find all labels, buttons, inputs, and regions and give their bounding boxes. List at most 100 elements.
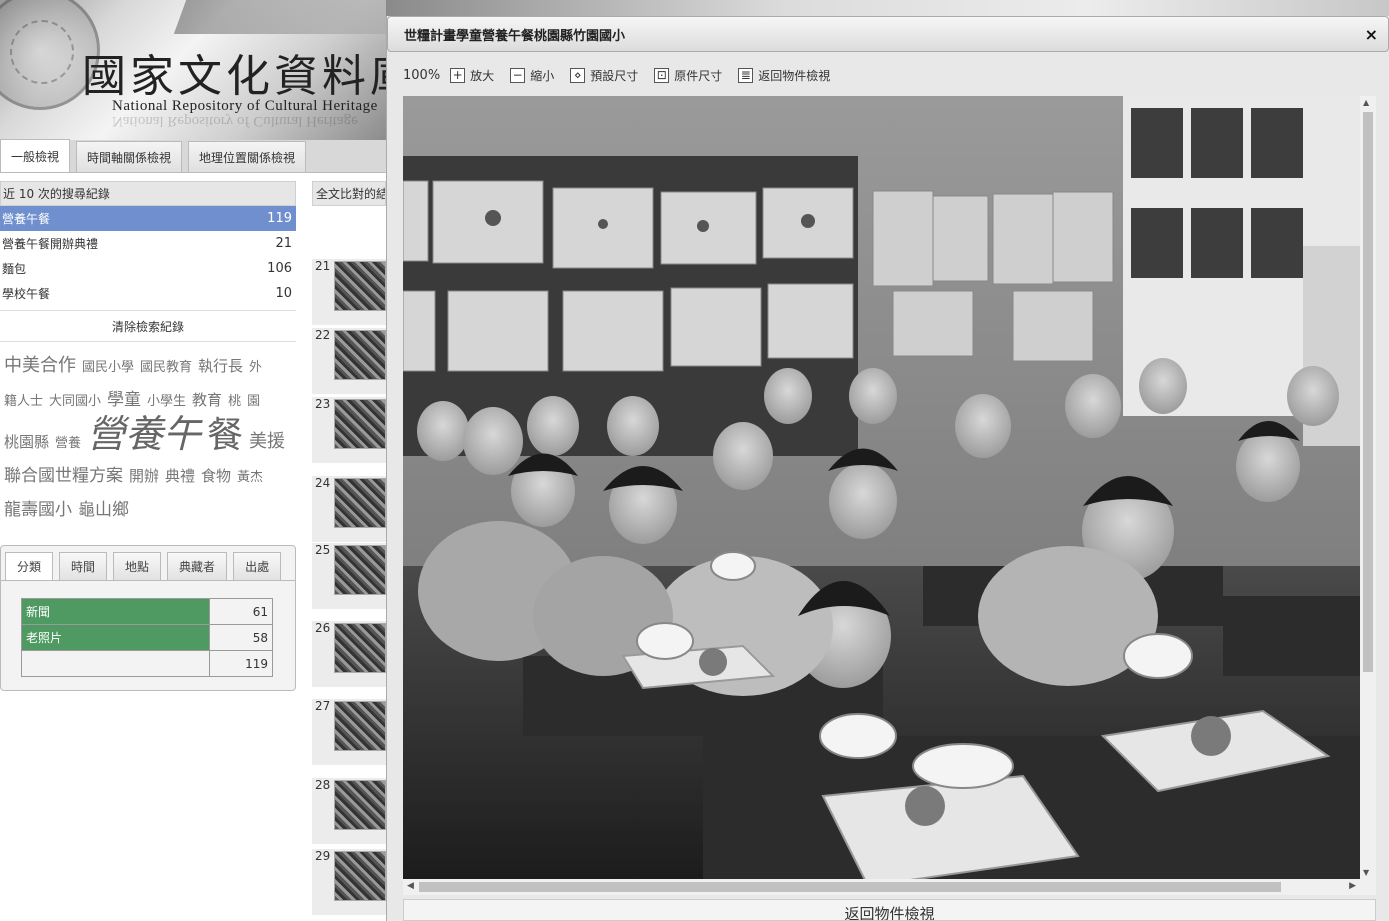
result-thumbnail[interactable]	[334, 261, 386, 311]
facet-row-label: 老照片	[21, 624, 210, 651]
back-to-object-button[interactable]: ≣ 返回物件檢視	[738, 67, 830, 84]
result-item[interactable]: 21	[312, 259, 386, 325]
result-thumbnail[interactable]	[334, 851, 386, 901]
tab-timeline-view[interactable]: 時間軸關係檢視	[76, 141, 183, 172]
dialog-title: 世糧計畫學童營養午餐桃園縣竹園國小	[404, 28, 626, 44]
search-history-panel: 近 10 次的搜尋紀錄 營養午餐 119 營養午餐開辦典禮 21 麵包 106 …	[0, 181, 296, 526]
image-viewer-dialog: 世糧計畫學童營養午餐桃園縣竹園國小 × 100% + 放大 − 縮小 ⋄ 預設尺…	[386, 16, 1389, 921]
history-item[interactable]: 學校午餐 10	[0, 281, 296, 306]
facet-row[interactable]: 老照片 58	[21, 624, 273, 651]
result-thumbnail[interactable]	[334, 623, 386, 673]
result-item[interactable]: 28	[312, 778, 386, 844]
search-history-header: 近 10 次的搜尋紀錄	[0, 181, 296, 206]
result-item[interactable]: 24	[312, 476, 386, 542]
tag-cloud-term[interactable]: 營養	[55, 428, 81, 460]
tag-cloud-term[interactable]: 營養午	[87, 415, 201, 453]
original-size-label: 原件尺寸	[674, 68, 723, 83]
zoom-out-icon: −	[510, 67, 526, 83]
tag-cloud-term[interactable]: 執行長	[198, 350, 243, 382]
facet-tab-place[interactable]: 地點	[113, 552, 162, 580]
zoom-out-button[interactable]: − 縮小	[510, 67, 554, 84]
tag-cloud-term[interactable]: 籍人士	[4, 386, 43, 418]
result-item[interactable]: 27	[312, 699, 386, 765]
vertical-scrollbar[interactable]: ▲ ▼	[1360, 96, 1376, 879]
facet-tab-source[interactable]: 出處	[233, 552, 282, 580]
result-item[interactable]: 25	[312, 543, 386, 609]
result-item[interactable]: 29	[312, 849, 386, 915]
view-tabs: 一般檢視 時間軸關係檢視 地理位置關係檢視	[0, 139, 386, 173]
scroll-right-icon[interactable]: ▶	[1349, 881, 1356, 891]
tag-cloud-term[interactable]: 黃杰	[237, 462, 263, 494]
facet-tab-collector[interactable]: 典藏者	[167, 552, 228, 580]
history-item-label: 學校午餐	[2, 287, 51, 301]
classroom-photo-illustration	[403, 96, 1360, 879]
result-thumbnail[interactable]	[334, 478, 386, 528]
facet-tab-category[interactable]: 分類	[5, 552, 54, 580]
site-title[interactable]: 國家文化資料庫	[82, 40, 386, 104]
facet-total-spacer	[21, 650, 210, 677]
tag-cloud-term[interactable]: 桃	[228, 386, 241, 418]
tag-cloud-term[interactable]: 龍壽國小	[4, 494, 72, 526]
history-item-count: 10	[275, 286, 292, 301]
dialog-titlebar[interactable]: 世糧計畫學童營養午餐桃園縣竹園國小 ×	[387, 16, 1389, 52]
result-thumbnail[interactable]	[334, 399, 386, 449]
history-item-count: 21	[275, 236, 292, 251]
scroll-up-icon[interactable]: ▲	[1363, 98, 1369, 107]
history-item-label: 營養午餐	[2, 212, 51, 226]
tag-cloud-term[interactable]: 美援	[249, 426, 285, 458]
tab-geo-view[interactable]: 地理位置關係檢視	[188, 141, 307, 172]
history-item-label: 麵包	[2, 262, 27, 276]
result-thumbnail[interactable]	[334, 330, 386, 380]
history-item[interactable]: 營養午餐開辦典禮 21	[0, 231, 296, 256]
archival-photo[interactable]	[403, 96, 1360, 879]
zoom-level: 100%	[403, 67, 441, 83]
close-icon[interactable]: ×	[1365, 25, 1378, 44]
horizontal-scroll-thumb[interactable]	[419, 882, 1281, 892]
facet-row-count: 58	[209, 624, 273, 651]
tag-cloud-term[interactable]: 典禮	[165, 460, 195, 492]
result-number: 26	[315, 621, 331, 635]
image-viewport[interactable]: ▲ ▼ ◀ ▶	[403, 96, 1376, 895]
result-item[interactable]: 26	[312, 621, 386, 687]
vertical-scroll-thumb[interactable]	[1363, 112, 1373, 672]
result-number: 28	[315, 778, 331, 792]
default-size-label: 預設尺寸	[590, 68, 639, 83]
tag-cloud-term[interactable]: 國民小學	[82, 352, 134, 384]
result-number: 24	[315, 476, 331, 490]
facet-total: 119	[209, 650, 273, 677]
default-size-button[interactable]: ⋄ 預設尺寸	[570, 67, 638, 84]
result-number: 21	[315, 259, 331, 273]
tag-cloud-term[interactable]: 園	[247, 386, 260, 418]
back-document-icon: ≣	[738, 67, 754, 83]
tag-cloud-term[interactable]: 國民教育	[140, 352, 192, 384]
back-to-object-bottom-button[interactable]: 返回物件檢視	[403, 899, 1376, 921]
zoom-in-button[interactable]: + 放大	[450, 67, 494, 84]
scroll-down-icon[interactable]: ▼	[1363, 868, 1369, 877]
history-item-count: 106	[267, 261, 292, 276]
facet-row[interactable]: 新聞 61	[21, 598, 273, 625]
tag-cloud-term[interactable]: 桃園縣	[4, 426, 49, 458]
result-thumbnail[interactable]	[334, 780, 386, 830]
tag-cloud-term[interactable]: 聯合國世糧方案	[4, 460, 123, 492]
clear-history-link[interactable]: 清除檢索紀錄	[0, 310, 296, 342]
tag-cloud-term[interactable]: 食物	[201, 460, 231, 492]
result-thumbnail[interactable]	[334, 545, 386, 595]
original-size-button[interactable]: ⊡ 原件尺寸	[654, 67, 722, 84]
tag-cloud-term[interactable]: 開辦	[129, 460, 159, 492]
tag-cloud-term[interactable]: 外	[249, 352, 262, 384]
facet-row-count: 61	[209, 598, 273, 625]
history-item[interactable]: 營養午餐 119	[0, 206, 296, 231]
tag-cloud-term[interactable]: 龜山鄉	[78, 494, 129, 526]
tag-cloud-term[interactable]: 餐	[207, 418, 243, 454]
site-subtitle-reflection: National Repository of Cultural Heritage	[112, 113, 358, 129]
scroll-left-icon[interactable]: ◀	[407, 881, 414, 891]
tab-general-view[interactable]: 一般檢視	[0, 139, 71, 172]
history-item-count: 119	[267, 211, 292, 226]
result-thumbnail[interactable]	[334, 701, 386, 751]
horizontal-scrollbar[interactable]: ◀ ▶	[403, 879, 1360, 895]
facet-tab-time[interactable]: 時間	[59, 552, 108, 580]
tag-cloud-term[interactable]: 中美合作	[4, 350, 76, 382]
result-item[interactable]: 23	[312, 397, 386, 463]
result-item[interactable]: 22	[312, 328, 386, 394]
history-item[interactable]: 麵包 106	[0, 256, 296, 281]
